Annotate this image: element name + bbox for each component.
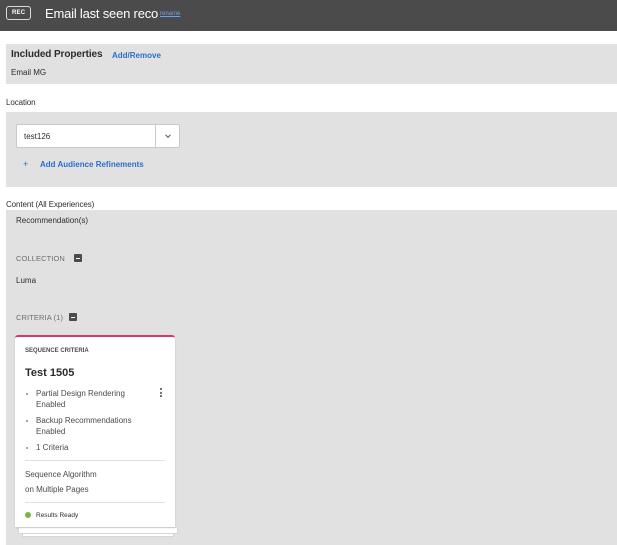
page-title[interactable]: Email last seen reco [45,6,158,21]
collection-heading: COLLECTION [16,254,65,263]
bullet-icon [26,420,28,422]
algorithm-line: on Multiple Pages [25,485,89,494]
rename-link[interactable]: rename [160,11,180,17]
collection-value: Luma [16,276,37,285]
criteria-feature-text: Backup Recommendations Enabled [36,416,132,436]
criteria-feature: Backup Recommendations Enabled [26,415,146,437]
card-divider [25,502,165,503]
criteria-feature-text: Partial Design Rendering Enabled [36,389,125,409]
bullet-icon [26,393,28,395]
select-divider [155,125,156,147]
included-properties-title: Included Properties [11,49,103,60]
criteria-title: Test 1505 [25,367,75,379]
criteria-heading: CRITERIA (1) [16,313,64,322]
location-select-value: test126 [24,132,51,141]
criteria-feature: Partial Design Rendering Enabled [26,388,146,410]
collapse-collection-icon[interactable] [74,254,82,262]
card-divider [25,460,165,461]
more-vertical-icon[interactable] [158,388,164,400]
plus-icon[interactable]: + [23,159,28,169]
included-property-value: Email MG [11,68,47,77]
algorithm-line: Sequence Algorithm [25,470,97,479]
location-select[interactable]: test126 [16,124,180,148]
content-panel: Recommendation(s) COLLECTION Luma CRITER… [6,210,617,545]
location-label: Location [6,98,36,107]
chevron-down-icon[interactable] [163,131,173,141]
status-text: Results Ready [36,512,79,519]
criteria-card[interactable]: SEQUENCE CRITERIA Test 1505 Partial Desi… [15,335,175,527]
included-properties-panel: Included Properties Add/Remove Email MG [6,44,617,84]
bullet-icon [26,447,28,449]
collapse-criteria-icon[interactable] [69,313,77,321]
add-remove-link[interactable]: Add/Remove [112,51,161,60]
status-dot-icon [25,512,31,518]
criteria-feature-text: 1 Criteria [36,443,69,452]
add-audience-refinements-link[interactable]: Add Audience Refinements [40,160,144,169]
card-stack-shadow [18,528,178,534]
content-label: Content (All Experiences) [6,200,95,209]
header-bar: REC Email last seen reco rename [0,0,617,31]
criteria-feature: 1 Criteria [26,442,146,453]
criteria-type: SEQUENCE CRITERIA [25,348,89,354]
activity-type-badge: REC [6,6,32,20]
recommendations-label: Recommendation(s) [16,216,89,225]
location-panel: test126 + Add Audience Refinements [6,112,617,187]
